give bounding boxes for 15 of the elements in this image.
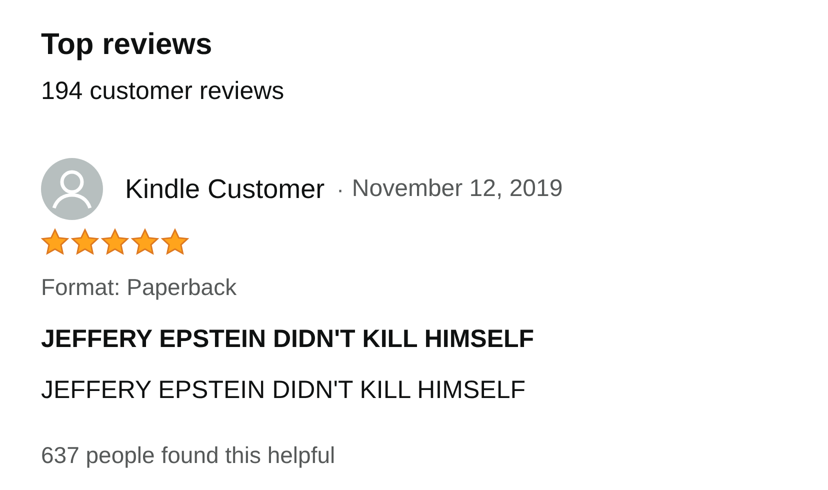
helpful-count: 637 people found this helpful xyxy=(41,440,336,470)
star-icon xyxy=(70,228,100,256)
format-label: Format: Paperback xyxy=(41,273,238,302)
section-heading: Top reviews xyxy=(41,27,214,63)
star-icon xyxy=(130,228,160,256)
reviewer-name: Kindle Customer xyxy=(125,172,325,206)
star-icon xyxy=(160,228,190,256)
review-count: 194 customer reviews xyxy=(41,76,286,107)
separator: · xyxy=(336,176,344,204)
review-title: JEFFERY EPSTEIN DIDN'T KILL HIMSELF xyxy=(41,324,536,354)
avatar-icon xyxy=(41,158,103,220)
star-icon xyxy=(100,228,130,256)
review-body: JEFFERY EPSTEIN DIDN'T KILL HIMSELF xyxy=(41,375,527,406)
review-date: November 12, 2019 xyxy=(352,174,563,204)
star-icon xyxy=(40,228,70,256)
